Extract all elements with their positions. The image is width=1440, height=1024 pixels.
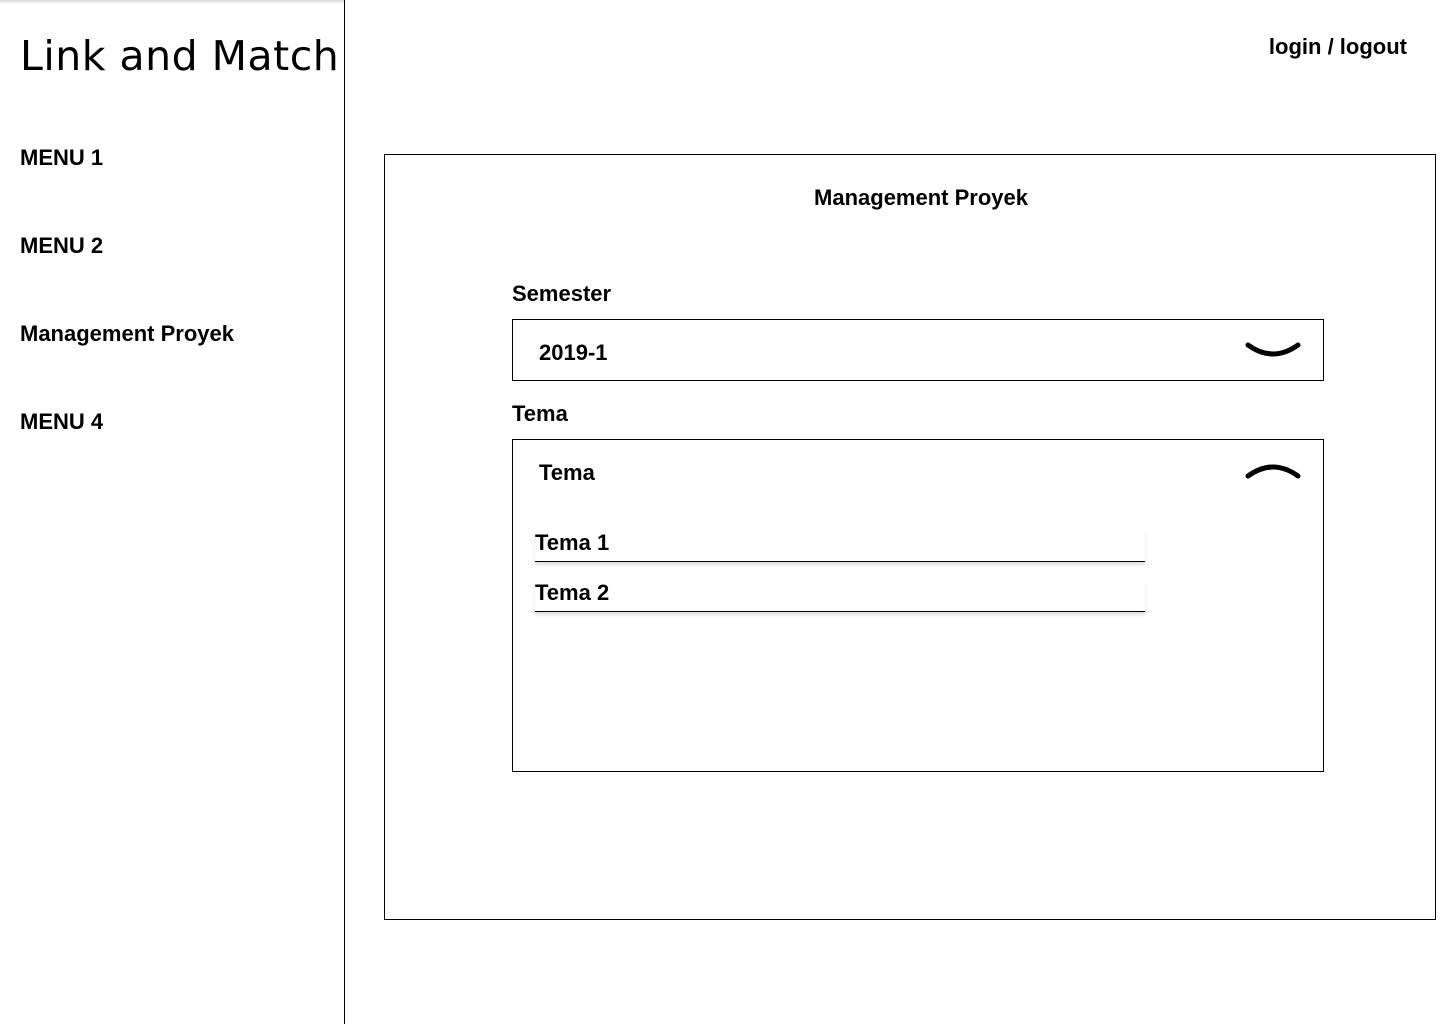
tema-selected-value: Tema bbox=[539, 460, 595, 485]
sidebar-top-shadow bbox=[0, 0, 344, 4]
tema-option-2[interactable]: Tema 2 bbox=[535, 580, 1145, 612]
sidebar-item-management-proyek[interactable]: Management Proyek bbox=[20, 321, 234, 347]
tema-select[interactable]: Tema bbox=[512, 439, 1324, 501]
sidebar-item-menu-4[interactable]: MENU 4 bbox=[20, 409, 103, 435]
tema-option-1[interactable]: Tema 1 bbox=[535, 530, 1145, 562]
page-title: Management Proyek bbox=[814, 185, 1028, 210]
sidebar-item-menu-2[interactable]: MENU 2 bbox=[20, 233, 103, 259]
sidebar-item-menu-1[interactable]: MENU 1 bbox=[20, 145, 103, 171]
app-title: Link and Match bbox=[20, 32, 340, 80]
tema-options-list: Tema 1 Tema 2 bbox=[512, 500, 1324, 772]
semester-select[interactable]: 2019-1 bbox=[512, 319, 1324, 381]
semester-selected-value: 2019-1 bbox=[539, 340, 608, 365]
semester-label: Semester bbox=[512, 281, 612, 306]
login-logout-link[interactable]: login / logout bbox=[1269, 34, 1407, 60]
sidebar: Link and Match MENU 1 MENU 2 Management … bbox=[0, 0, 345, 1024]
chevron-down-icon bbox=[1245, 342, 1301, 357]
project-management-panel: Management Proyek Semester 2019-1 Tema T… bbox=[384, 154, 1436, 920]
chevron-up-icon bbox=[1245, 464, 1301, 479]
tema-label: Tema bbox=[512, 401, 568, 426]
